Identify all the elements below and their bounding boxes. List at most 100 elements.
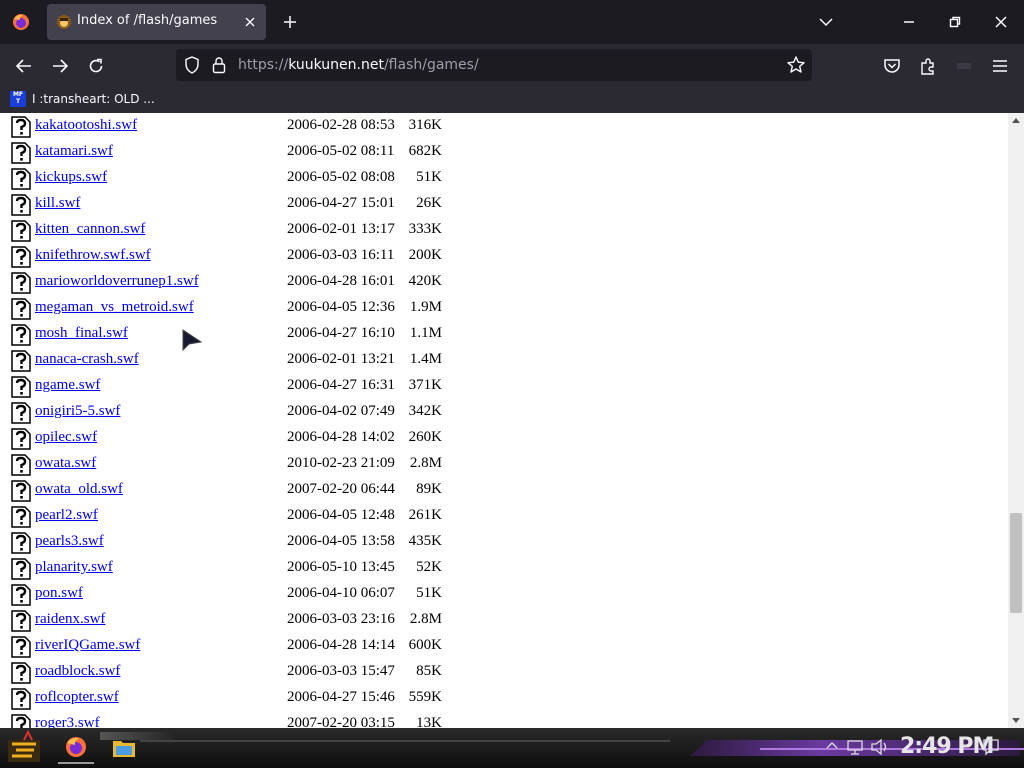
unknown-file-icon[interactable] — [11, 714, 31, 728]
file-link[interactable]: riverIQGame.swf — [35, 637, 140, 654]
url-host: kuukunen.net — [288, 57, 384, 73]
file-link[interactable]: pon.swf — [35, 585, 83, 602]
file-link[interactable]: kakatootoshi.swf — [35, 117, 137, 134]
file-size: 342K — [408, 403, 442, 419]
scrollbar-thumb[interactable] — [1010, 513, 1022, 613]
file-link[interactable]: mosh_final.swf — [35, 325, 128, 342]
close-icon — [995, 16, 1007, 28]
file-link[interactable]: knifethrow.swf.swf — [35, 247, 151, 264]
file-link[interactable]: onigiri5-5.swf — [35, 403, 120, 420]
file-link[interactable]: opilec.swf — [35, 429, 97, 446]
unknown-file-icon[interactable] — [11, 142, 31, 164]
file-link[interactable]: marioworldoverrunep1.swf — [35, 273, 199, 290]
file-link[interactable]: kickups.swf — [35, 169, 107, 186]
navigation-toolbar: https://kuukunen.net/flash/games/ — [0, 44, 1024, 86]
unknown-file-icon[interactable] — [11, 116, 31, 138]
unknown-file-icon[interactable] — [11, 350, 31, 372]
unknown-file-icon[interactable] — [11, 688, 31, 710]
file-link[interactable]: kill.swf — [35, 195, 80, 212]
app-menu-button[interactable] — [986, 52, 1014, 80]
extensions-button[interactable] — [914, 52, 942, 80]
start-menu-icon[interactable] — [6, 730, 42, 766]
file-size: 600K — [408, 637, 442, 653]
unknown-file-icon[interactable] — [11, 376, 31, 398]
unknown-file-icon[interactable] — [11, 506, 31, 528]
file-link[interactable]: raidenx.swf — [35, 611, 105, 628]
taskbar-firefox-button[interactable] — [58, 732, 94, 764]
unknown-file-icon[interactable] — [11, 220, 31, 242]
file-modified-date: 2006-02-28 08:53 — [287, 117, 395, 133]
back-button[interactable] — [10, 52, 38, 80]
unknown-file-icon[interactable] — [11, 480, 31, 502]
file-link[interactable]: owata_old.swf — [35, 481, 123, 498]
file-modified-date: 2006-05-02 08:08 — [287, 169, 395, 185]
minimize-button[interactable] — [886, 0, 932, 44]
unknown-file-icon[interactable] — [11, 584, 31, 606]
lock-icon[interactable] — [212, 56, 226, 74]
unknown-file-icon[interactable] — [11, 298, 31, 320]
extension-icon-button[interactable] — [950, 52, 978, 80]
hamburger-menu-icon — [993, 60, 1007, 72]
unknown-file-icon[interactable] — [11, 636, 31, 658]
reload-button[interactable] — [82, 52, 110, 80]
tab-close-button[interactable] — [240, 12, 260, 32]
mouse-cursor-icon — [182, 329, 203, 352]
file-modified-date: 2006-04-05 12:48 — [287, 507, 395, 523]
file-link[interactable]: nanaca-crash.swf — [35, 351, 139, 368]
vertical-scrollbar[interactable] — [1008, 113, 1024, 728]
file-link[interactable]: roflcopter.swf — [35, 689, 119, 706]
url-text[interactable]: https://kuukunen.net/flash/games/ — [238, 57, 479, 73]
unknown-file-icon[interactable] — [11, 272, 31, 294]
chevron-up-icon — [1012, 118, 1020, 123]
unknown-file-icon[interactable] — [11, 428, 31, 450]
page-content: kakatootoshi.swf 2006-02-28 08:53 316K kata… — [0, 113, 1008, 728]
file-modified-date: 2006-03-03 23:16 — [287, 611, 395, 627]
taskbar-clock[interactable]: 2:49 PM — [900, 734, 994, 759]
notification-icon[interactable] — [982, 738, 1000, 756]
new-tab-button[interactable] — [278, 10, 302, 34]
scroll-up-button[interactable] — [1008, 113, 1024, 127]
file-modified-date: 2006-04-02 07:49 — [287, 403, 395, 419]
file-size: 89K — [416, 481, 442, 497]
file-modified-date: 2006-04-27 16:31 — [287, 377, 395, 393]
tab-active[interactable]: Index of /flash/games — [47, 4, 266, 40]
forward-button[interactable] — [46, 52, 74, 80]
firefox-view-button[interactable] — [0, 0, 42, 44]
file-link[interactable]: pearls3.swf — [35, 533, 104, 550]
unknown-file-icon[interactable] — [11, 610, 31, 632]
file-link[interactable]: owata.swf — [35, 455, 96, 472]
file-link[interactable]: pearl2.swf — [35, 507, 98, 524]
unknown-file-icon[interactable] — [11, 324, 31, 346]
file-link[interactable]: planarity.swf — [35, 559, 113, 576]
scroll-down-button[interactable] — [1008, 714, 1024, 728]
chevron-up-icon[interactable] — [826, 740, 838, 750]
file-link[interactable]: katamari.swf — [35, 143, 113, 160]
taskbar-file-explorer-button[interactable] — [106, 732, 142, 764]
restore-button[interactable] — [932, 0, 978, 44]
file-link[interactable]: kitten_cannon.swf — [35, 221, 145, 238]
unknown-file-icon[interactable] — [11, 662, 31, 684]
file-link[interactable]: roadblock.swf — [35, 663, 120, 680]
file-link[interactable]: ngame.swf — [35, 377, 100, 394]
list-all-tabs-button[interactable] — [814, 10, 838, 34]
bookmark-star-icon[interactable] — [786, 55, 806, 75]
window-close-button[interactable] — [978, 0, 1024, 44]
file-size: 85K — [416, 663, 442, 679]
file-link[interactable]: roger3.swf — [35, 715, 100, 728]
network-icon[interactable] — [846, 738, 864, 756]
unknown-file-icon[interactable] — [11, 168, 31, 190]
file-link[interactable]: megaman_vs_metroid.swf — [35, 299, 194, 316]
unknown-file-icon[interactable] — [11, 558, 31, 580]
chevron-down-icon — [819, 18, 833, 27]
unknown-file-icon[interactable] — [11, 402, 31, 424]
pocket-button[interactable] — [878, 52, 906, 80]
unknown-file-icon[interactable] — [11, 194, 31, 216]
url-bar[interactable]: https://kuukunen.net/flash/games/ — [176, 49, 812, 81]
volume-icon[interactable] — [870, 738, 890, 756]
unknown-file-icon[interactable] — [11, 454, 31, 476]
bookmark-item[interactable]: MF T I :transheart: OLD ... — [10, 89, 155, 109]
tracking-protection-shield-icon[interactable] — [184, 56, 200, 74]
unknown-file-icon[interactable] — [11, 532, 31, 554]
file-size: 2.8M — [409, 611, 442, 627]
unknown-file-icon[interactable] — [11, 246, 31, 268]
